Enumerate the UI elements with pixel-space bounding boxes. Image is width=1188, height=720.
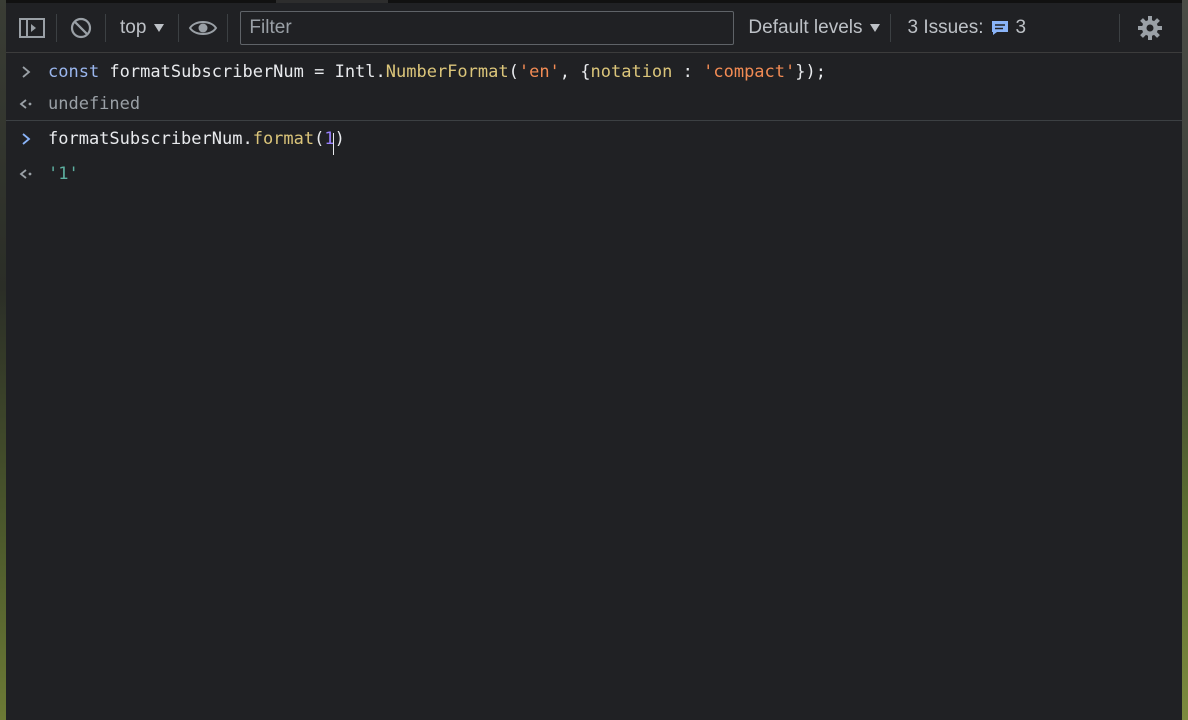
code-token: ( (314, 129, 325, 149)
chevron-down-icon (870, 23, 881, 32)
issues-count: 3 (1015, 16, 1027, 38)
sidebar-toggle-icon[interactable] (14, 10, 50, 46)
return-arrow-icon (6, 98, 48, 110)
console-result-row: undefined (6, 88, 1182, 121)
issues-counter: 3 (990, 16, 1027, 39)
code-token: 'compact' (703, 61, 796, 82)
toolbar-divider (56, 13, 57, 42)
gear-icon[interactable] (1132, 10, 1168, 46)
console-result-value: undefined (48, 94, 141, 114)
console-input-code[interactable]: const formatSubscriberNum = Intl.NumberF… (48, 62, 826, 82)
console-toolbar: top Default levels 3 Issues: (6, 3, 1182, 53)
code-token: : (672, 61, 704, 82)
live-expression-eye-icon[interactable] (185, 10, 221, 46)
toolbar-divider (178, 13, 180, 42)
toolbar-divider (227, 13, 229, 42)
console-input-row: const formatSubscriberNum = Intl.NumberF… (6, 55, 1182, 88)
toolbar-divider (1119, 13, 1120, 42)
toolbar-divider (105, 13, 106, 42)
toolbar-divider (890, 13, 892, 42)
code-token: const (48, 61, 100, 82)
code-token: formatSubscriberNum = Intl. (99, 61, 386, 82)
devtools-console-window: top Default levels 3 Issues: (0, 0, 1188, 720)
filter-input[interactable] (240, 10, 735, 45)
code-token: notation (590, 61, 673, 82)
code-token: formatSubscriberNum. (48, 129, 253, 149)
code-token: }); (795, 61, 826, 82)
chevron-right-icon (6, 132, 48, 146)
text-cursor (333, 133, 334, 155)
right-edge (1182, 0, 1188, 720)
console-result-row: '1' (6, 157, 1182, 190)
log-levels-label: Default levels (748, 16, 863, 38)
console-messages: const formatSubscriberNum = Intl.NumberF… (6, 54, 1182, 720)
context-selector[interactable]: top (112, 10, 172, 46)
console-result-value: '1' (48, 163, 79, 184)
log-levels-dropdown[interactable]: Default levels (748, 10, 881, 46)
return-arrow-icon (6, 168, 48, 180)
code-token: ( (508, 61, 519, 82)
issues-label: 3 Issues: (907, 16, 984, 38)
console-input-code[interactable]: formatSubscriberNum.format(1) (48, 129, 345, 155)
console-input-row: formatSubscriberNum.format(1) (6, 121, 1182, 157)
code-token: , { (559, 61, 591, 82)
message-icon (991, 20, 1008, 35)
context-label: top (120, 16, 147, 38)
clear-console-icon[interactable] (63, 10, 99, 46)
code-token: 'en' (518, 61, 560, 82)
code-token: NumberFormat (385, 61, 509, 82)
code-token: ) (334, 129, 345, 149)
code-token: format (252, 129, 315, 149)
issues-button[interactable]: 3 Issues: 3 (897, 10, 1036, 46)
chevron-right-icon (6, 65, 48, 79)
chevron-down-icon (154, 23, 165, 32)
